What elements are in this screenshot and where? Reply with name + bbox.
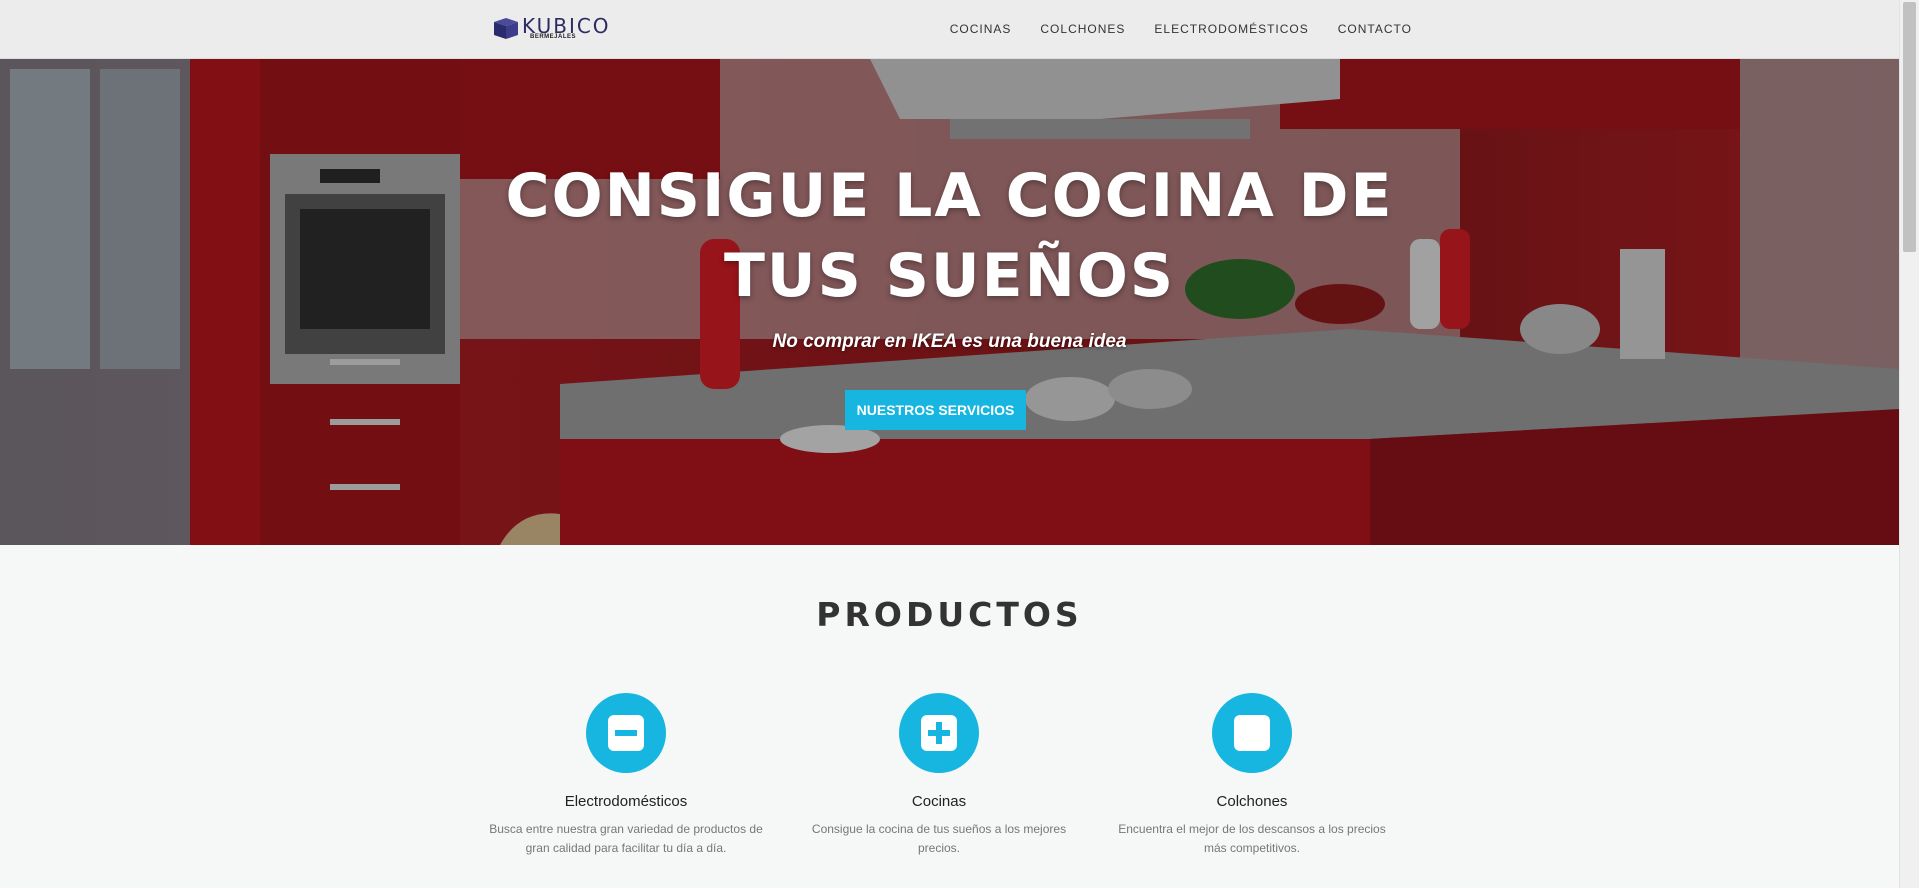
services-button[interactable]: NUESTROS SERVICIOS [845,390,1026,430]
nav-menu: COCINAS COLCHONES ELECTRODOMÉSTICOS CONT… [950,0,1412,58]
nav-link-colchones[interactable]: COLCHONES [1040,22,1125,36]
hero-title: CONSIGUE LA COCINA DE TUS SUEÑOS [0,156,1899,316]
site-logo[interactable]: KUBICO BERMEJALES [492,13,612,43]
product-description: Consigue la cocina de tus sueños a los m… [799,820,1079,858]
hero-section: CONSIGUE LA COCINA DE TUS SUEÑOS No comp… [0,59,1899,545]
product-description-line-1: Encuentra el mejor de los descansos a lo… [1118,822,1386,836]
nav-link-electrodomesticos[interactable]: ELECTRODOMÉSTICOS [1154,22,1308,36]
product-icon-circle [899,693,979,773]
product-description-line-1: Busca entre nuestra gran variedad de pro… [489,822,763,836]
product-card-cocinas[interactable]: Cocinas Consigue la cocina de tus sueños… [799,693,1079,858]
scrollbar-thumb[interactable] [1903,2,1916,252]
product-description: Busca entre nuestra gran variedad de pro… [486,820,766,858]
hero-title-line-2: TUS SUEÑOS [723,241,1176,311]
square-icon [1234,715,1270,751]
product-icon-circle [586,693,666,773]
cube-logo-icon [494,18,518,39]
products-section: PRODUCTOS Electrodomésticos Busca entre … [0,545,1899,888]
product-description-line-1: Consigue la cocina de tus sueños a los m… [811,822,1067,836]
products-title: PRODUCTOS [816,595,1083,634]
nav-link-cocinas[interactable]: COCINAS [950,22,1012,36]
product-icon-circle [1212,693,1292,773]
minus-square-icon [608,715,644,751]
product-description: Encuentra el mejor de los descansos a lo… [1112,820,1392,858]
hero-title-line-1: CONSIGUE LA COCINA DE [505,161,1394,231]
product-name: Colchones [1216,793,1288,810]
product-name: Electrodomésticos [564,793,688,810]
hero-subtitle: No comprar en IKEA es una buena idea [772,331,1127,352]
product-description-line-2: precios. [917,841,961,855]
nav-link-contacto[interactable]: CONTACTO [1338,22,1412,36]
product-card-electrodomesticos[interactable]: Electrodomésticos Busca entre nuestra gr… [486,693,766,858]
plus-square-icon [921,715,957,751]
navbar: KUBICO BERMEJALES COCINAS COLCHONES ELEC… [0,0,1899,59]
product-description-line-2: gran calidad para facilitar tu día a día… [525,841,727,855]
product-card-colchones[interactable]: Colchones Encuentra el mejor de los desc… [1112,693,1392,858]
product-name: Cocinas [911,793,967,810]
logo-subtext: BERMEJALES [530,34,577,40]
product-description-line-2: más competitivos. [1203,841,1301,855]
vertical-scrollbar[interactable] [1899,0,1919,888]
page: KUBICO BERMEJALES COCINAS COLCHONES ELEC… [0,0,1899,888]
